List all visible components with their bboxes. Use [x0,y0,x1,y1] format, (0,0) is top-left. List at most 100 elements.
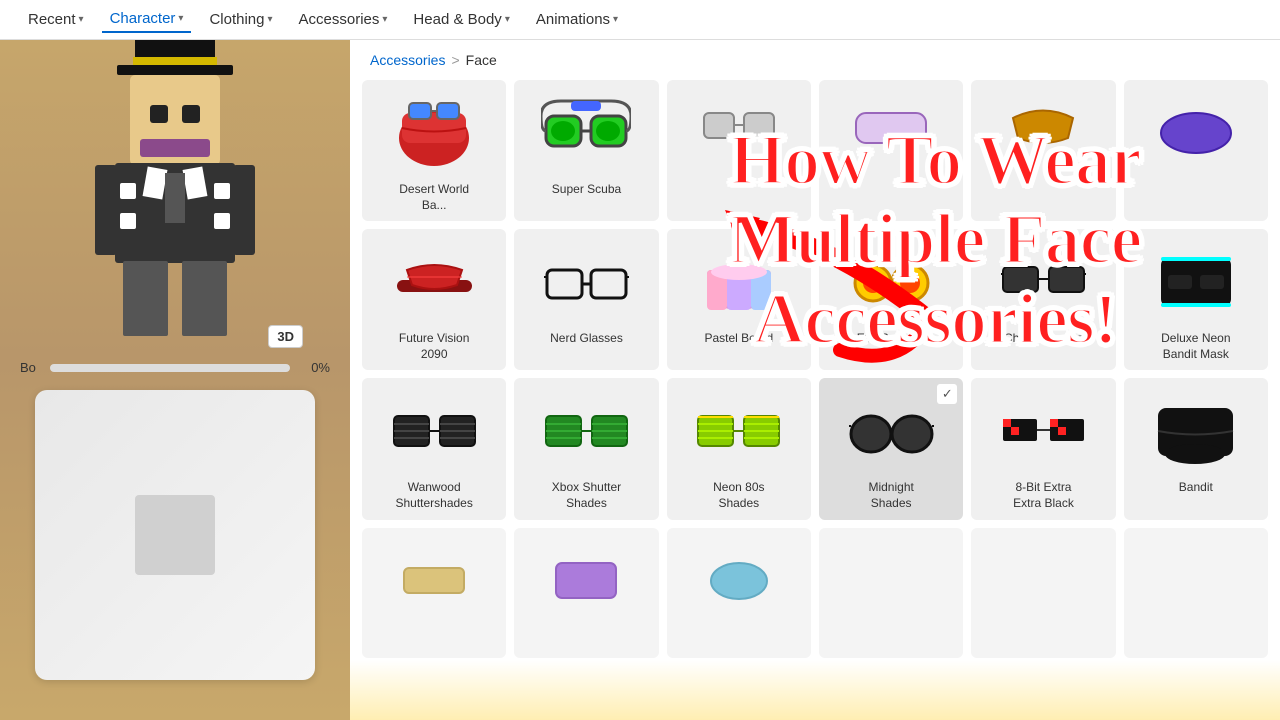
char-dot-4 [214,213,230,229]
nav-chevron-clothing: ▾ [268,14,273,25]
item-name-scuba: Super Scuba [552,182,621,198]
character-preview: 3D [35,50,315,360]
item-name-xbox-shutter: Xbox ShutterShades [552,480,621,511]
nav-item-accessories[interactable]: Accessories ▾ [291,7,396,32]
item-name-future-vision: Future Vision2090 [399,331,469,362]
char-eye-left [150,105,168,123]
char-dot-1 [120,183,136,199]
row3-grid: WanwoodShuttershades Xbox ShutterShades [350,378,1280,519]
char-collar-right [183,166,208,199]
item-r4-1[interactable] [362,528,506,658]
item-future-vision[interactable]: Future Vision2090 [362,229,506,370]
item-nerd-glasses[interactable]: Nerd Glasses [514,229,658,370]
inner-square [135,495,215,575]
breadcrumb-parent[interactable]: Accessories [370,52,445,68]
item-r4-5[interactable] [971,528,1115,658]
item-icon-bandit [1132,386,1260,476]
item-desert-world-bandana[interactable]: Desert WorldBa... [362,80,506,221]
item-8bit[interactable]: 8-Bit ExtraExtra Black [971,378,1115,519]
placeholder-square [35,390,315,680]
item-name-wanwood: WanwoodShuttershades [395,480,472,511]
nav-item-head-body[interactable]: Head & Body ▾ [405,7,517,32]
item-icon-neon-80s [675,386,803,476]
item-icon-neon-bandit [1132,237,1260,327]
item-neon-80s[interactable]: Neon 80sShades [667,378,811,519]
item-name-midnight: MidnightShades [868,480,913,511]
item-name-neon-80s: Neon 80sShades [713,480,764,511]
nav-item-recent[interactable]: Recent ▾ [20,7,92,32]
item-icon-eye-poppers [827,237,955,327]
item-icon-chillin-shades [979,237,1107,327]
row4-grid [350,528,1280,658]
char-hat-brim [117,65,233,75]
nav-chevron-accessories: ▾ [382,14,387,25]
char-beard [140,139,210,157]
char-arm-left [95,165,117,255]
item-name-bandana: Desert WorldBa... [399,182,469,213]
char-body [115,163,235,263]
item-r4-4[interactable] [819,528,963,658]
item-icon-wanwood [370,386,498,476]
item-name-pastel-beard: Pastel Beard [704,331,773,347]
loading-label: Bo [20,360,40,375]
loading-bar [50,364,290,372]
item-icon-r1-6 [1132,88,1260,178]
item-r4-3[interactable] [667,528,811,658]
item-icon-r4-3 [675,536,803,626]
item-wanwood[interactable]: WanwoodShuttershades [362,378,506,519]
roblox-character [95,75,255,335]
item-bandit[interactable]: Bandit [1124,378,1268,519]
left-panel: 3D Bo 0% [0,0,350,720]
char-tie [165,173,185,223]
breadcrumb: Accessories > Face [350,40,1280,80]
item-r1-5[interactable] [971,80,1115,221]
item-icon-r1-4 [827,88,955,178]
loading-percent: 0% [300,360,330,375]
breadcrumb-separator: > [451,52,459,68]
item-r1-3[interactable] [667,80,811,221]
selected-checkmark: ✓ [937,384,957,404]
item-icon-bandana [370,88,498,178]
item-icon-r4-1 [370,536,498,626]
char-dot-2 [120,213,136,229]
nav-item-clothing[interactable]: Clothing ▾ [201,7,280,32]
nav-item-character[interactable]: Character ▾ [102,6,192,33]
loading-area: Bo 0% [0,360,350,375]
nav-bar: Recent ▾ Character ▾ Clothing ▾ Accessor… [0,0,1280,40]
nav-chevron-head-body: ▾ [505,14,510,25]
item-icon-nerd-glasses [522,237,650,327]
item-r1-4[interactable] [819,80,963,221]
item-icon-midnight [827,386,955,476]
row1-grid: Desert WorldBa... Super Scuba [350,80,1280,221]
breadcrumb-current: Face [466,52,497,68]
item-xbox-shutter[interactable]: Xbox ShutterShades [514,378,658,519]
item-chillin-shades[interactable]: Chillin' Shades [971,229,1115,370]
item-name-8bit: 8-Bit ExtraExtra Black [1013,480,1074,511]
item-midnight-shades[interactable]: ✓ MidnightShades [819,378,963,519]
item-icon-r1-5 [979,88,1107,178]
item-icon-xbox-shutter [522,386,650,476]
item-icon-8bit [979,386,1107,476]
char-leg-right [182,261,227,336]
nav-chevron-character: ▾ [178,13,183,24]
char-arm-right [233,165,255,255]
main-content: Accessories > Face Desert WorldBa.. [350,40,1280,720]
item-eye-poppers[interactable]: Eye Poppers [819,229,963,370]
char-collar-left [143,166,168,199]
nav-item-animations[interactable]: Animations ▾ [528,7,626,32]
row2-grid: Future Vision2090 Nerd Glasses [350,229,1280,370]
item-icon-pastel-beard [675,237,803,327]
item-icon-r4-2 [522,536,650,626]
item-r4-6[interactable] [1124,528,1268,658]
item-r4-2[interactable] [514,528,658,658]
item-pastel-beard[interactable]: Pastel Beard [667,229,811,370]
item-name-eye-poppers: Eye Poppers [857,331,926,347]
item-r1-6[interactable] [1124,80,1268,221]
item-super-scuba[interactable]: Super Scuba [514,80,658,221]
char-eye-right [182,105,200,123]
item-name-chillin-shades: Chillin' Shades [1004,331,1083,347]
3d-button[interactable]: 3D [268,325,303,348]
item-icon-future-vision [370,237,498,327]
item-name-neon-bandit: Deluxe NeonBandit Mask [1161,331,1230,362]
item-neon-bandit[interactable]: Deluxe NeonBandit Mask [1124,229,1268,370]
